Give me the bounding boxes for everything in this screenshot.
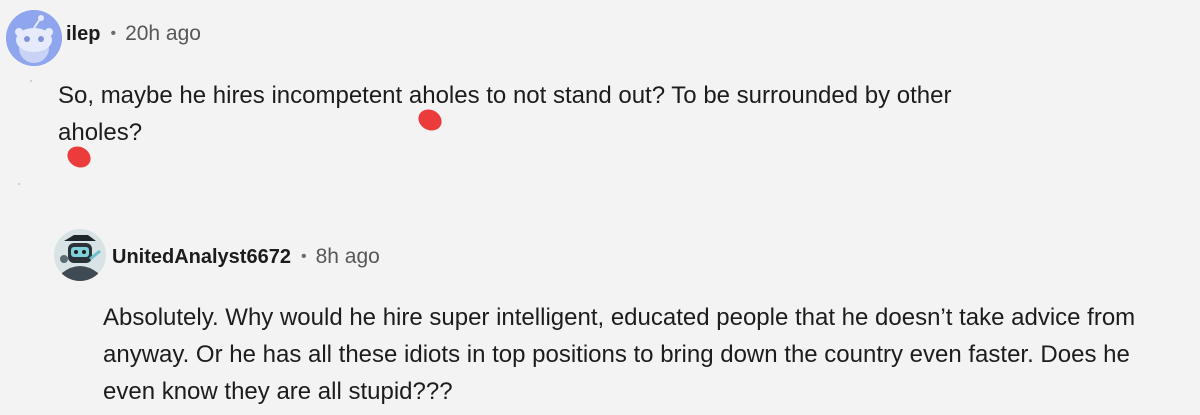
comment-text-part: So, maybe he hires incompetent a xyxy=(58,82,423,109)
speck xyxy=(18,183,20,185)
comment-text-part: holes? xyxy=(71,119,143,146)
avatar[interactable] xyxy=(6,10,62,66)
username[interactable]: UnitedAnalyst6672 xyxy=(112,246,291,269)
comment-body: Absolutely. Why would he hire super inte… xyxy=(103,304,1136,405)
speck xyxy=(30,80,32,82)
avatar[interactable] xyxy=(54,229,106,281)
comment-text-part: holes to not stand out? To be surrounded… xyxy=(422,82,952,109)
timestamp[interactable]: 8h ago xyxy=(316,245,380,269)
comment-2: UnitedAnalyst6672 • 8h ago Absolutely. W… xyxy=(0,215,1200,415)
robot-avatar-icon xyxy=(54,229,106,281)
comment-meta: ilep • 20h ago xyxy=(66,20,201,48)
separator-dot: • xyxy=(300,248,307,265)
username[interactable]: ilep xyxy=(66,23,100,46)
comment-meta: UnitedAnalyst6672 • 8h ago xyxy=(112,243,380,271)
comment-body: So, maybe he hires incompetent a holes to… xyxy=(58,77,1118,172)
comment-text-part: a xyxy=(58,119,72,146)
separator-dot: • xyxy=(110,25,117,42)
comment-1: ilep • 20h ago So, maybe he hires incomp… xyxy=(0,0,1200,190)
snoo-avatar-icon xyxy=(6,10,62,66)
timestamp[interactable]: 20h ago xyxy=(125,22,201,46)
